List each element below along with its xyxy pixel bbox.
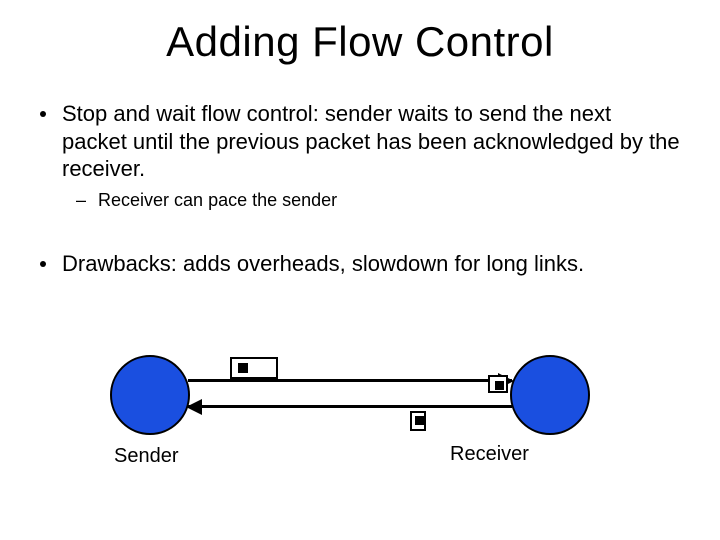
receiver-label: Receiver: [450, 443, 529, 466]
bullet-item: Drawbacks: adds overheads, slowdown for …: [40, 250, 680, 278]
sender-node-icon: [110, 355, 190, 435]
dash-icon: –: [76, 189, 86, 212]
spacer: [40, 232, 680, 250]
bullet-text: Drawbacks: adds overheads, slowdown for …: [62, 250, 584, 278]
slide: Adding Flow Control Stop and wait flow c…: [0, 0, 720, 540]
bullet-dot-icon: [40, 261, 46, 267]
arrow-left-icon: [188, 405, 512, 408]
sender-label: Sender: [114, 445, 179, 468]
flow-diagram: Sender Receiver: [90, 345, 630, 515]
packet-icon: [230, 357, 278, 379]
bullet-item: Stop and wait flow control: sender waits…: [40, 100, 680, 183]
slide-body: Stop and wait flow control: sender waits…: [40, 100, 680, 283]
receiver-node-icon: [510, 355, 590, 435]
sub-bullet-text: Receiver can pace the sender: [98, 189, 337, 212]
packet-icon: [488, 375, 508, 393]
ack-packet-icon: [410, 411, 426, 431]
sub-bullet-item: – Receiver can pace the sender: [76, 189, 680, 212]
arrow-right-icon: [188, 379, 512, 382]
bullet-dot-icon: [40, 111, 46, 117]
bullet-text: Stop and wait flow control: sender waits…: [62, 100, 680, 183]
slide-title: Adding Flow Control: [0, 18, 720, 66]
